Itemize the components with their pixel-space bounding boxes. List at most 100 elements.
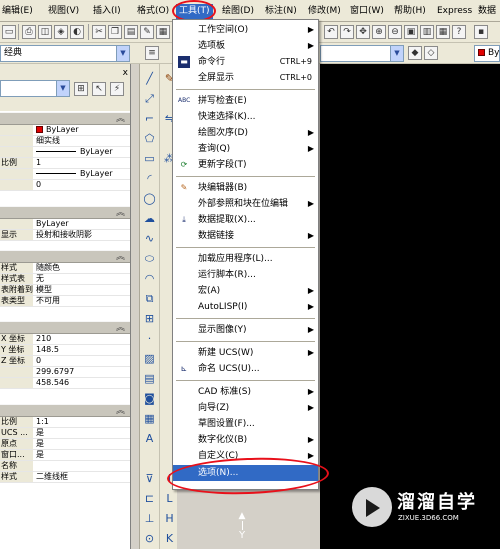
properties-icon[interactable]: ▣ <box>404 25 418 39</box>
match-properties-icon[interactable]: ✎ <box>140 25 154 39</box>
property-row[interactable]: ByLayer <box>0 169 130 180</box>
property-row[interactable]: 比例 1:1 <box>0 417 130 428</box>
line-icon[interactable]: ╱ <box>142 72 157 86</box>
spline-icon[interactable]: ∿ <box>142 232 157 246</box>
menu-draw[interactable]: 绘图(D) <box>222 4 254 19</box>
property-row[interactable]: 细实线 <box>0 136 130 147</box>
chevron-up-icon[interactable]: ︽ <box>116 405 125 417</box>
toggle-pickadd-icon[interactable]: ⊞ <box>74 82 88 96</box>
menu-item-wizards[interactable]: 向导(Z) ▶ <box>173 400 318 416</box>
menu-tools[interactable]: 工具(T) <box>176 4 213 19</box>
property-row[interactable]: 显示 投射和接收阴影 <box>0 230 130 241</box>
menu-express[interactable]: Express <box>437 4 472 19</box>
property-row[interactable]: ByLayer <box>0 147 130 158</box>
chevron-down-icon[interactable]: ▼ <box>56 81 69 96</box>
menu-item-inquiry[interactable]: 查询(Q) ▶ <box>173 141 318 157</box>
menu-item-palettes[interactable]: 选项板 ▶ <box>173 38 318 54</box>
table-icon[interactable]: ▦ <box>142 412 157 426</box>
menu-item-new-ucs[interactable]: 新建 UCS(W) ▶ <box>173 345 318 361</box>
menu-item-customize[interactable]: 自定义(C) ▶ <box>173 448 318 464</box>
redo-icon[interactable]: ↷ <box>340 25 354 39</box>
ordinate-icon[interactable]: ⊏ <box>142 492 157 506</box>
polyline-icon[interactable]: ⌐ <box>142 112 157 126</box>
property-row[interactable]: 458.546 <box>0 378 130 389</box>
publish-icon[interactable]: ◈ <box>54 25 68 39</box>
construction-line-icon[interactable]: ⤢ <box>142 92 157 106</box>
polygon-icon[interactable]: ⬠ <box>142 132 157 146</box>
paste-icon[interactable]: ▤ <box>124 25 138 39</box>
property-row[interactable]: 样式 二维线框 <box>0 472 130 483</box>
menu-item-load-application[interactable]: 加载应用程序(L)... <box>173 251 318 267</box>
make-current-layer-icon[interactable]: ◆ <box>408 46 422 60</box>
chevron-up-icon[interactable]: ︽ <box>116 322 125 334</box>
point-icon[interactable]: · <box>142 332 157 346</box>
color-combo[interactable]: ByL <box>474 45 500 62</box>
menu-format[interactable]: 格式(O) <box>137 4 169 19</box>
menu-modify[interactable]: 修改(M) <box>308 4 341 19</box>
menu-item-drafting-settings[interactable]: 草图设置(F)... <box>173 416 318 432</box>
menu-item-quick-select[interactable]: 快速选择(K)... <box>173 109 318 125</box>
region-icon[interactable]: ◙ <box>142 392 157 406</box>
3d-orbit-icon[interactable]: ◐ <box>70 25 84 39</box>
menu-item-cad-standards[interactable]: CAD 标准(S) ▶ <box>173 384 318 400</box>
dim-text-icon[interactable]: H <box>162 512 177 526</box>
layer-combo[interactable]: ▼ <box>320 45 404 62</box>
make-block-icon[interactable]: ⊞ <box>142 312 157 326</box>
chevron-up-icon[interactable]: ︽ <box>116 251 125 263</box>
chevron-down-icon[interactable]: ▼ <box>116 46 129 61</box>
plot-preview-icon[interactable]: ◫ <box>38 25 52 39</box>
snap-icon[interactable]: ⊥ <box>142 512 157 526</box>
property-row[interactable]: 0 <box>0 180 130 191</box>
gradient-icon[interactable]: ▤ <box>142 372 157 386</box>
property-row[interactable]: UCS ... 是 <box>0 428 130 439</box>
property-row[interactable]: 名称 <box>0 461 130 472</box>
menu-item-autolisp[interactable]: AutoLISP(I) ▶ <box>173 299 318 315</box>
circle-icon[interactable]: ◯ <box>142 192 157 206</box>
rectangle-icon[interactable]: ▭ <box>142 152 157 166</box>
menu-item-display-image[interactable]: 显示图像(Y) ▶ <box>173 322 318 338</box>
aligned-dim-icon[interactable]: L <box>162 492 177 506</box>
menu-item-block-editor[interactable]: ✎ 块编辑器(B) <box>173 180 318 196</box>
property-row[interactable]: Z 坐标 0 <box>0 356 130 367</box>
hatch-icon[interactable]: ▨ <box>142 352 157 366</box>
section-3d-header[interactable]: ︽ <box>0 206 130 219</box>
section-general-header[interactable]: ︽ <box>0 112 130 125</box>
menu-view[interactable]: 视图(V) <box>48 4 79 19</box>
copy-icon[interactable]: ❐ <box>108 25 122 39</box>
close-icon[interactable]: x <box>123 68 128 78</box>
node-icon[interactable]: ⊙ <box>142 532 157 546</box>
menu-item-options[interactable]: 选项(N)... <box>173 465 318 481</box>
property-row[interactable]: 样式 随颜色 <box>0 263 130 274</box>
dim-tolerance-icon[interactable]: K <box>162 532 177 546</box>
zoom-previous-icon[interactable]: ⊖ <box>388 25 402 39</box>
layer-previous-icon[interactable]: ◇ <box>424 46 438 60</box>
help-icon[interactable]: ? <box>452 25 466 39</box>
property-row[interactable]: 窗口... 是 <box>0 450 130 461</box>
cut-icon[interactable]: ✂ <box>92 25 106 39</box>
section-plotstyle-header[interactable]: ︽ <box>0 250 130 263</box>
menu-item-workspace[interactable]: 工作空间(O) ▶ <box>173 22 318 38</box>
selection-combo[interactable]: ▼ <box>0 80 70 97</box>
dimension-icon[interactable]: ⊽ <box>142 472 157 486</box>
insert-block-icon[interactable]: ⧉ <box>142 292 157 306</box>
chevron-up-icon[interactable]: ︽ <box>116 113 125 125</box>
property-row[interactable]: Y 坐标 148.5 <box>0 345 130 356</box>
undo-icon[interactable]: ↶ <box>324 25 338 39</box>
property-row[interactable]: ByLayer <box>0 219 130 230</box>
open-icon[interactable]: ▭ <box>2 25 16 39</box>
ellipse-arc-icon[interactable]: ◠ <box>142 272 157 286</box>
zoom-icon[interactable]: ⊕ <box>372 25 386 39</box>
menu-edit[interactable]: 编辑(E) <box>2 4 33 19</box>
section-view-header[interactable]: ︽ <box>0 321 130 334</box>
menu-data[interactable]: 数据 <box>478 4 496 19</box>
print-icon[interactable]: ⎙ <box>22 25 36 39</box>
arc-icon[interactable]: ◜ <box>142 172 157 186</box>
revision-cloud-icon[interactable]: ☁ <box>142 212 157 226</box>
property-row[interactable]: 表附着到 模型 <box>0 285 130 296</box>
chevron-down-icon[interactable]: ▼ <box>390 46 403 61</box>
workspace-combo[interactable]: 经典 ▼ <box>0 45 130 62</box>
menu-item-update-fields[interactable]: ⟳ 更新字段(T) <box>173 157 318 173</box>
menu-item-tablet[interactable]: 数字化仪(B) ▶ <box>173 432 318 448</box>
property-row[interactable]: X 坐标 210 <box>0 334 130 345</box>
pan-icon[interactable]: ✥ <box>356 25 370 39</box>
